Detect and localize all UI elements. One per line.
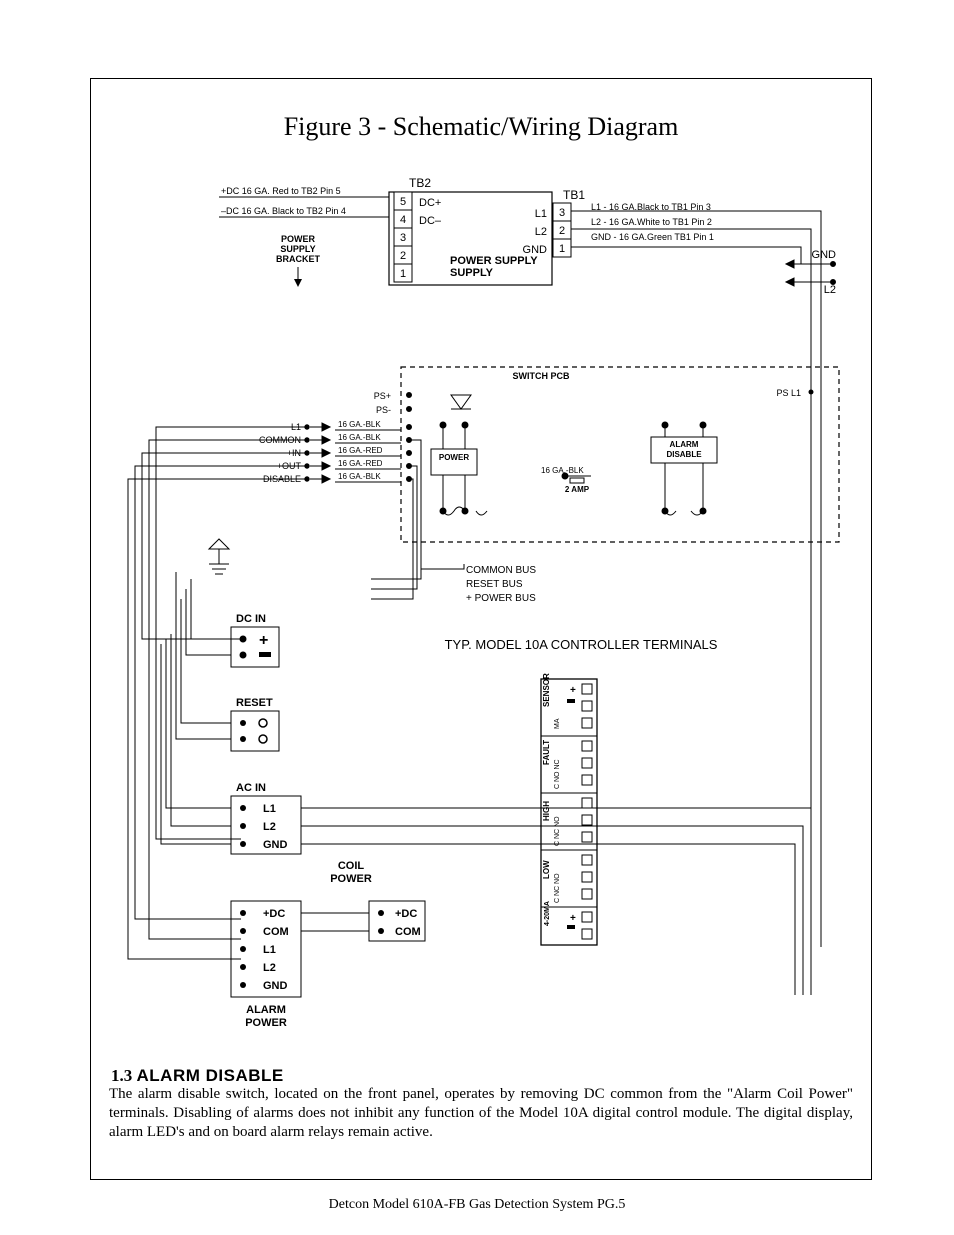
svg-text:HIGH: HIGH: [542, 801, 551, 821]
svg-text:DC IN: DC IN: [236, 613, 266, 625]
tb2-pins: 5 4 3 2 1: [394, 192, 412, 282]
section-body: The alarm disable switch, located on the…: [109, 1085, 853, 1143]
svg-text:2: 2: [559, 225, 565, 237]
svg-text:4-20MA: 4-20MA: [544, 901, 551, 926]
svg-text:+: +: [259, 632, 268, 649]
left-arrows: [305, 423, 330, 483]
svg-text:GND: GND: [812, 249, 837, 261]
svg-text:GND: GND: [263, 839, 288, 851]
schematic-svg: Figure 3 - Schematic/Wiring Diagram POWE…: [91, 79, 871, 1179]
wire-gauges: 16 GA.-BLK 16 GA.-BLK 16 GA.-RED 16 GA.-…: [338, 420, 584, 481]
svg-text:GND - 16 GA.Green TB1 Pin 1: GND - 16 GA.Green TB1 Pin 1: [591, 232, 714, 242]
svg-text:L1: L1: [535, 208, 547, 220]
svg-text:GND: GND: [263, 980, 288, 992]
svg-text:FAULT: FAULT: [542, 740, 551, 765]
svg-text:L2: L2: [824, 284, 836, 296]
svg-text:+: +: [570, 685, 576, 696]
power-supply-label: POWER SUPPLYSUPPLY: [450, 255, 538, 279]
tb2-label: TB2: [409, 176, 431, 190]
page-footer: Detcon Model 610A-FB Gas Detection Syste…: [0, 1197, 954, 1213]
svg-text:ALARMPOWER: ALARMPOWER: [245, 1004, 287, 1029]
svg-text:16 GA.-RED: 16 GA.-RED: [338, 446, 383, 455]
bus-lines: [371, 440, 464, 599]
svg-text:POWERSUPPLYBRACKET: POWERSUPPLYBRACKET: [276, 234, 321, 264]
page: Figure 3 - Schematic/Wiring Diagram POWE…: [0, 0, 954, 1235]
svg-text:–DC 16 GA. Black to TB2 Pin 4: –DC 16 GA. Black to TB2 Pin 4: [221, 206, 346, 216]
earth-icon: [209, 539, 229, 574]
svg-text:4: 4: [400, 214, 406, 226]
dc-minus: DC–: [419, 215, 442, 227]
dc-plus: DC+: [419, 197, 441, 209]
svg-text:C NC NO: C NC NO: [554, 816, 561, 846]
svg-text:3: 3: [559, 207, 565, 219]
svg-text:RESET: RESET: [236, 697, 273, 709]
outer-frame: Figure 3 - Schematic/Wiring Diagram POWE…: [90, 78, 872, 1180]
svg-text:AC IN: AC IN: [236, 782, 266, 794]
svg-text:MA: MA: [554, 718, 561, 729]
svg-text:DISABLE: DISABLE: [666, 450, 702, 459]
svg-text:16 GA.-BLK: 16 GA.-BLK: [338, 472, 381, 481]
svg-text:5: 5: [400, 196, 406, 208]
svg-text:POWER: POWER: [439, 453, 469, 462]
svg-text:1: 1: [400, 268, 406, 280]
svg-text:L2: L2: [263, 821, 276, 833]
svg-text:SWITCH PCB: SWITCH PCB: [513, 371, 570, 381]
svg-text:L1: L1: [263, 944, 276, 956]
svg-text:3: 3: [400, 232, 406, 244]
figure-title: Figure 3 - Schematic/Wiring Diagram: [284, 112, 679, 141]
svg-text:ALARM: ALARM: [670, 440, 699, 449]
svg-text:+DC: +DC: [395, 908, 417, 920]
svg-text:L2: L2: [535, 226, 547, 238]
svg-text:LOW: LOW: [542, 860, 551, 879]
svg-text:C NO NC: C NO NC: [554, 759, 561, 789]
svg-text:PS L1: PS L1: [776, 388, 801, 398]
svg-text:COM: COM: [263, 926, 289, 938]
tb1-label: TB1: [563, 188, 585, 202]
svg-text:PS+: PS+: [374, 391, 391, 401]
svg-text:+: +: [570, 913, 576, 924]
svg-text:16 GA.-RED: 16 GA.-RED: [338, 459, 383, 468]
svg-text:16 GA.-BLK: 16 GA.-BLK: [338, 420, 381, 429]
controller-terminals: + + SENSOR MA FAULT C NO NC HIGH C NC NO…: [541, 673, 597, 945]
svg-text:L2: L2: [263, 962, 276, 974]
svg-text:2: 2: [400, 250, 406, 262]
svg-text:+ POWER BUS: + POWER BUS: [466, 593, 536, 604]
svg-text:RESET BUS: RESET BUS: [466, 579, 523, 590]
svg-text:C NC NO: C NC NO: [554, 873, 561, 903]
svg-text:SENSOR: SENSOR: [542, 673, 551, 707]
svg-text:+DC: +DC: [263, 908, 285, 920]
svg-text:L2 - 16 GA.White to TB1 Pin 2: L2 - 16 GA.White to TB1 Pin 2: [591, 217, 712, 227]
svg-text:TYP. MODEL 10A CONTROLLER TERM: TYP. MODEL 10A CONTROLLER TERMINALS: [445, 637, 718, 652]
svg-text:PS-: PS-: [376, 405, 391, 415]
tb1-pins: 3 2 1: [553, 203, 571, 257]
svg-text:GND: GND: [523, 244, 548, 256]
svg-text:2 AMP: 2 AMP: [565, 485, 590, 494]
svg-text:L1: L1: [263, 803, 276, 815]
svg-text:16 GA.-BLK: 16 GA.-BLK: [338, 433, 381, 442]
svg-text:COMMON BUS: COMMON BUS: [466, 565, 536, 576]
svg-text:1: 1: [559, 243, 565, 255]
switch-pcb-internals: POWER ALARMDISABLE 2 AMP: [407, 393, 718, 516]
svg-text:COM: COM: [395, 926, 421, 938]
svg-text:+DC 16 GA. Red to TB2 Pin 5: +DC 16 GA. Red to TB2 Pin 5: [221, 186, 341, 196]
section-heading: 1.3 ALARM DISABLE: [111, 1066, 284, 1085]
svg-text:COILPOWER: COILPOWER: [330, 860, 372, 885]
